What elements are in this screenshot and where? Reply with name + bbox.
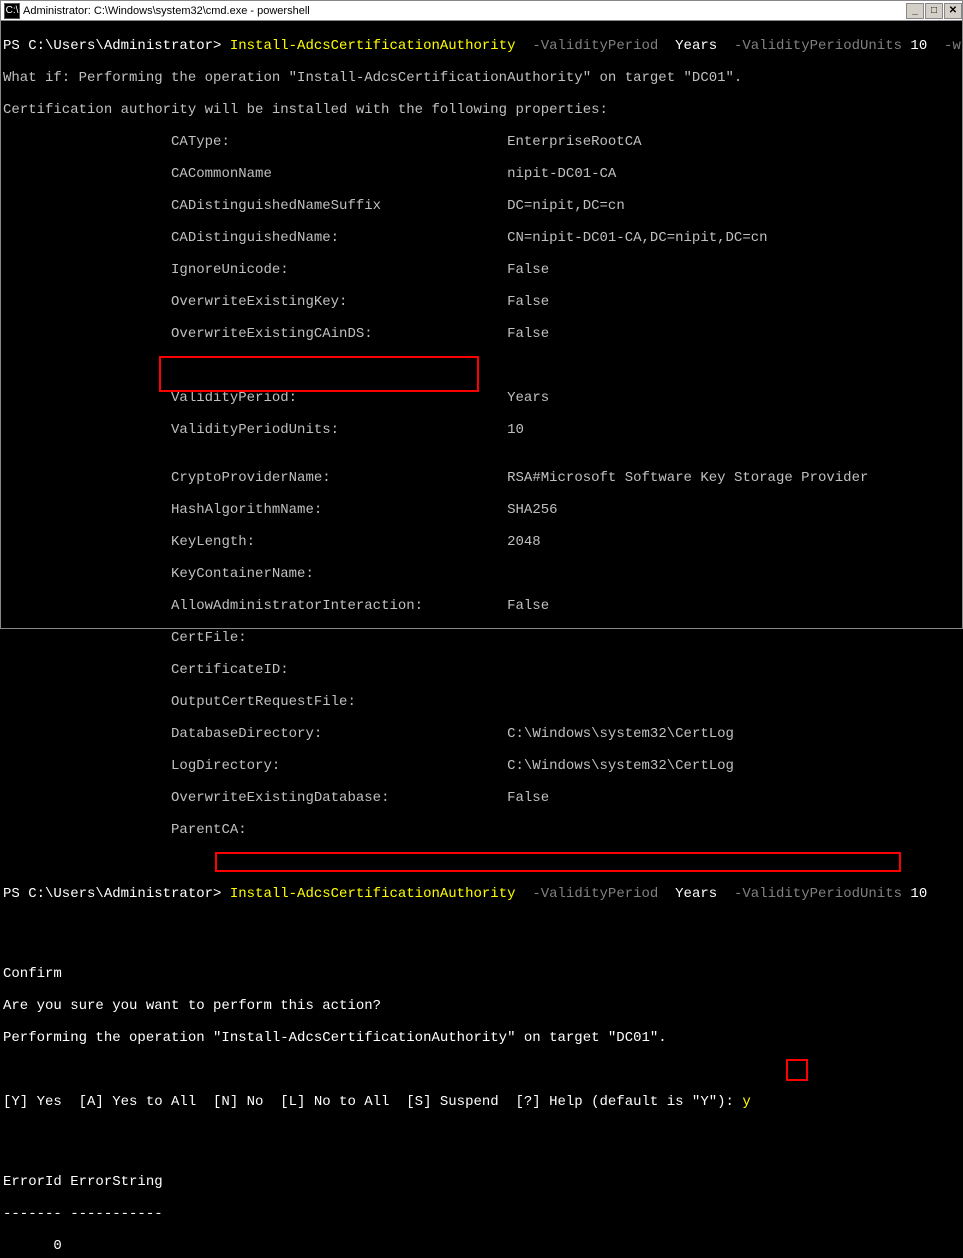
prop-val: False bbox=[507, 598, 549, 614]
result-value: 0 bbox=[3, 1238, 960, 1254]
prop-val: Years bbox=[507, 390, 549, 406]
prop-key: ParentCA: bbox=[171, 822, 247, 838]
prop-key: DatabaseDirectory: bbox=[171, 726, 322, 742]
param: -ValidityPeriodUnits bbox=[734, 38, 902, 54]
prop-key: OutputCertRequestFile: bbox=[171, 694, 356, 710]
terminal-area[interactable]: PS C:\Users\Administrator> Install-AdcsC… bbox=[1, 21, 962, 1258]
prop-key: CertificateID: bbox=[171, 662, 289, 678]
param-value: 10 bbox=[910, 38, 927, 54]
prop-val: False bbox=[507, 326, 549, 342]
prop-val: False bbox=[507, 294, 549, 310]
prompt: PS C:\Users\Administrator> bbox=[3, 38, 221, 54]
whatif-line: What if: Performing the operation "Insta… bbox=[3, 70, 960, 86]
minimize-button[interactable]: _ bbox=[906, 3, 924, 19]
result-divider: ------- ----------- bbox=[3, 1206, 960, 1222]
prop-val: C:\Windows\system32\CertLog bbox=[507, 758, 734, 774]
confirm-answer: y bbox=[742, 1094, 750, 1110]
prop-key: AllowAdministratorInteraction: bbox=[171, 598, 423, 614]
prop-val: False bbox=[507, 262, 549, 278]
window-controls: _ □ ✕ bbox=[905, 3, 962, 19]
param: -ValidityPeriod bbox=[532, 38, 658, 54]
prop-key: LogDirectory: bbox=[171, 758, 280, 774]
prop-val: SHA256 bbox=[507, 502, 557, 518]
prop-val: RSA#Microsoft Software Key Storage Provi… bbox=[507, 470, 868, 486]
param: -ValidityPeriodUnits bbox=[734, 886, 902, 902]
confirm-title: Confirm bbox=[3, 966, 960, 982]
confirm-options: [Y] Yes [A] Yes to All [N] No [L] No to … bbox=[3, 1094, 734, 1110]
highlight-answer-box bbox=[786, 1059, 808, 1081]
prop-val: C:\Windows\system32\CertLog bbox=[507, 726, 734, 742]
param-value: Years bbox=[675, 886, 717, 902]
header-line: Certification authority will be installe… bbox=[3, 102, 960, 118]
prompt: PS C:\Users\Administrator> bbox=[3, 886, 221, 902]
cmdlet: Install-AdcsCertificationAuthority bbox=[230, 886, 516, 902]
prop-key: HashAlgorithmName: bbox=[171, 502, 322, 518]
cmd-icon: C:\ bbox=[4, 3, 20, 19]
highlight-validity-box bbox=[159, 356, 479, 392]
confirm-operation: Performing the operation "Install-AdcsCe… bbox=[3, 1030, 960, 1046]
prop-key: CAType: bbox=[171, 134, 230, 150]
window-titlebar: C:\ Administrator: C:\Windows\system32\c… bbox=[1, 1, 962, 21]
prop-key: KeyLength: bbox=[171, 534, 255, 550]
prop-key: CADistinguishedNameSuffix bbox=[171, 198, 381, 214]
confirm-question: Are you sure you want to perform this ac… bbox=[3, 998, 960, 1014]
close-button[interactable]: ✕ bbox=[944, 3, 962, 19]
prop-key: CACommonName bbox=[171, 166, 272, 182]
prop-key: CADistinguishedName: bbox=[171, 230, 339, 246]
param: -ValidityPeriod bbox=[532, 886, 658, 902]
param-value: 10 bbox=[910, 886, 927, 902]
prop-key: ValidityPeriod: bbox=[171, 390, 297, 406]
highlight-cmd2-box bbox=[215, 852, 901, 872]
param: -whatif bbox=[944, 38, 963, 54]
prop-key: KeyContainerName: bbox=[171, 566, 314, 582]
prop-key: IgnoreUnicode: bbox=[171, 262, 289, 278]
prop-val: 10 bbox=[507, 422, 524, 438]
prop-val: DC=nipit,DC=cn bbox=[507, 198, 625, 214]
prop-val: EnterpriseRootCA bbox=[507, 134, 641, 150]
prop-val: 2048 bbox=[507, 534, 541, 550]
prop-key: CryptoProviderName: bbox=[171, 470, 331, 486]
maximize-button[interactable]: □ bbox=[925, 3, 943, 19]
prop-key: OverwriteExistingCAinDS: bbox=[171, 326, 373, 342]
prop-key: OverwriteExistingDatabase: bbox=[171, 790, 389, 806]
param-value: Years bbox=[675, 38, 717, 54]
window-title: Administrator: C:\Windows\system32\cmd.e… bbox=[23, 5, 905, 17]
prop-val: nipit-DC01-CA bbox=[507, 166, 616, 182]
prop-val: CN=nipit-DC01-CA,DC=nipit,DC=cn bbox=[507, 230, 767, 246]
result-header: ErrorId ErrorString bbox=[3, 1174, 960, 1190]
cmdlet: Install-AdcsCertificationAuthority bbox=[230, 38, 516, 54]
prop-key: ValidityPeriodUnits: bbox=[171, 422, 339, 438]
prop-key: CertFile: bbox=[171, 630, 247, 646]
prop-key: OverwriteExistingKey: bbox=[171, 294, 347, 310]
prop-val: False bbox=[507, 790, 549, 806]
